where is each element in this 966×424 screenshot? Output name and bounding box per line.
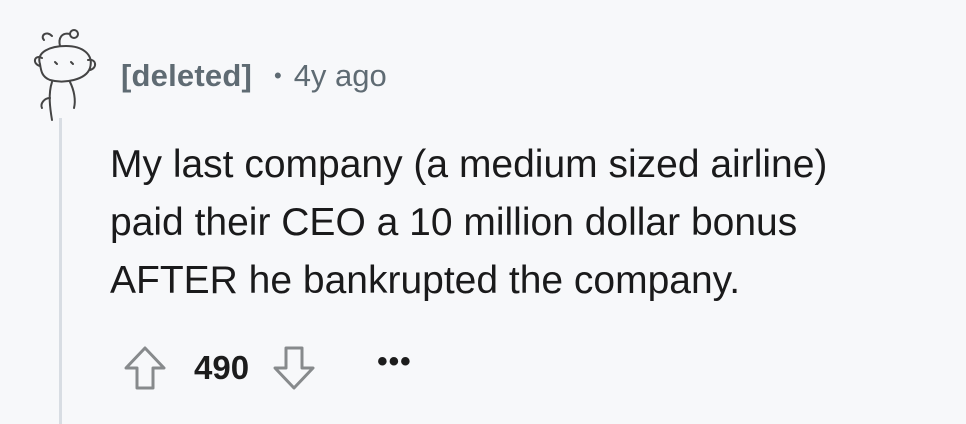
comment-body-line: AFTER he bankrupted the company.: [110, 259, 741, 302]
timestamp[interactable]: 4y ago: [294, 58, 387, 94]
downvote-button[interactable]: [271, 344, 317, 392]
deleted-user-avatar-icon[interactable]: [30, 24, 100, 124]
meta-separator: •: [273, 63, 282, 88]
upvote-arrow-icon: [124, 346, 166, 390]
comment: [deleted] • 4y ago My last company (a me…: [0, 0, 966, 424]
comment-body: My last company (a medium sized airline)…: [110, 136, 950, 310]
comment-actions: 490 •••: [122, 344, 412, 392]
author-name[interactable]: [deleted]: [121, 58, 252, 94]
vote-score: 490: [194, 349, 250, 386]
comment-meta: [deleted] • 4y ago: [121, 54, 387, 98]
upvote-button[interactable]: [122, 344, 168, 392]
more-options-icon[interactable]: •••: [377, 345, 412, 379]
downvote-arrow-icon: [273, 346, 315, 390]
comment-body-line: paid their CEO a 10 million dollar bonus: [110, 201, 798, 244]
thread-line[interactable]: [59, 118, 62, 424]
comment-body-line: My last company (a medium sized airline): [110, 143, 828, 186]
